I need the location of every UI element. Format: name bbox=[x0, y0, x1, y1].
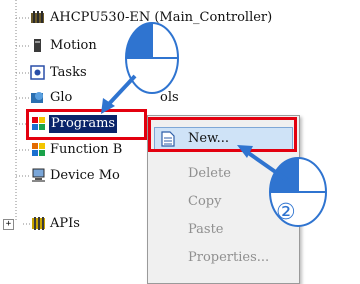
expand-toggle[interactable]: + bbox=[3, 219, 14, 230]
tree-item-label: Function B bbox=[50, 142, 123, 157]
tree-item-function-blocks[interactable]: Function B bbox=[0, 141, 150, 159]
function-blocks-icon bbox=[32, 143, 45, 156]
menu-item-label: Properties... bbox=[188, 250, 270, 265]
tree-item-label: Glo bbox=[50, 90, 73, 105]
cpu-icon bbox=[31, 11, 44, 23]
tree-item-label: APIs bbox=[50, 216, 80, 231]
menu-item-label: Paste bbox=[188, 222, 224, 237]
tree-item-label: Motion bbox=[50, 38, 97, 53]
device-monitor-icon bbox=[32, 168, 45, 182]
tasks-icon bbox=[30, 65, 45, 80]
menu-item-properties[interactable]: Properties... bbox=[148, 247, 299, 269]
step2-number: ② bbox=[276, 200, 296, 225]
tree-item-label: Device Mo bbox=[50, 168, 120, 183]
global-symbols-icon bbox=[31, 92, 43, 103]
apis-icon bbox=[32, 217, 45, 230]
tree-item-device-monitor[interactable]: Device Mo bbox=[0, 167, 150, 185]
menu-item-label: Copy bbox=[188, 194, 222, 209]
motion-icon bbox=[34, 39, 41, 52]
tree-item-apis[interactable]: + APIs bbox=[0, 215, 150, 233]
tree-item-label: Tasks bbox=[50, 65, 87, 80]
arrow-step1 bbox=[101, 74, 137, 114]
arrow-step2 bbox=[237, 145, 289, 182]
